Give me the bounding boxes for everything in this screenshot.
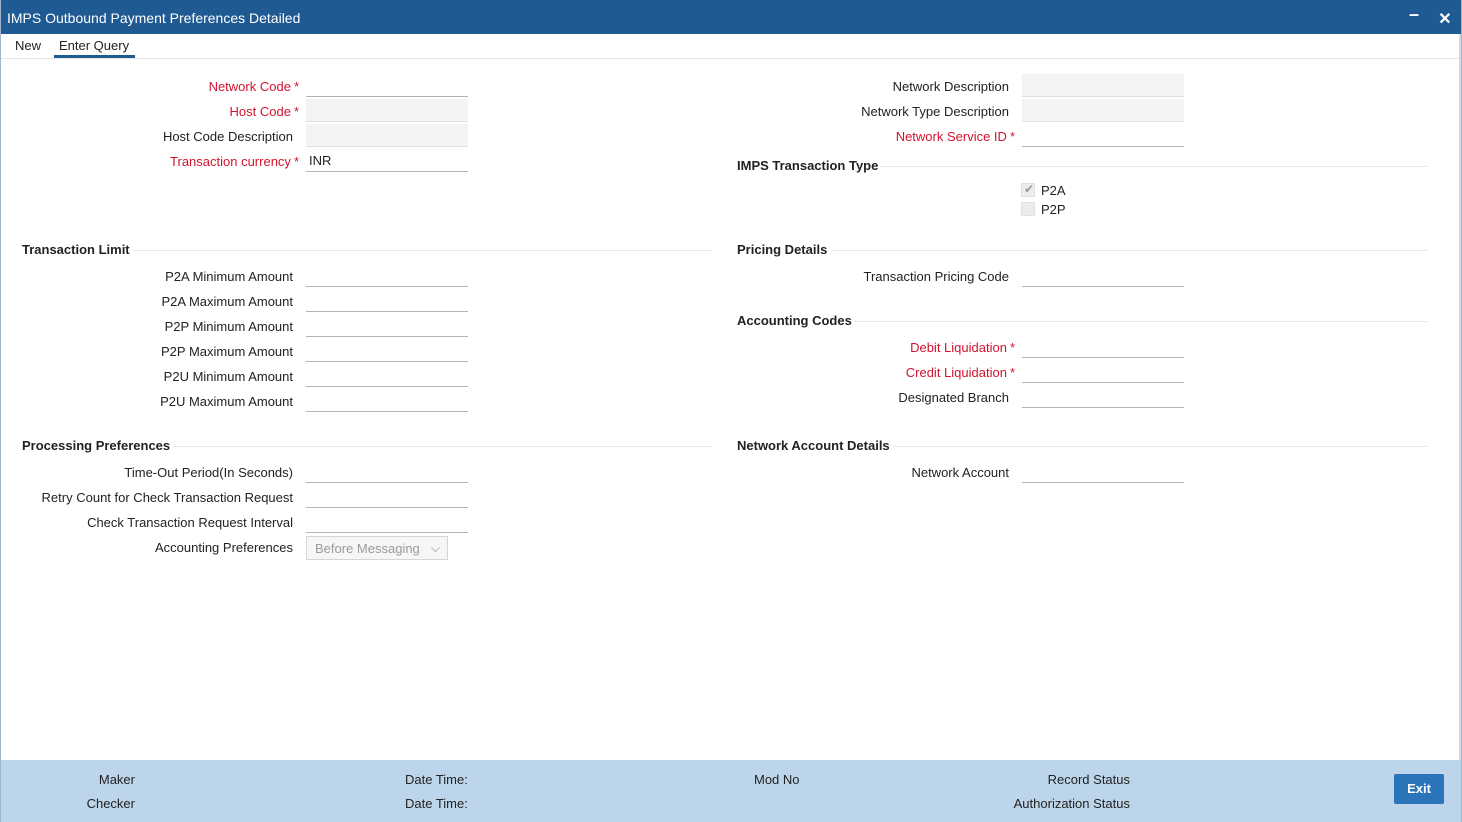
network-code-input[interactable]: [306, 74, 468, 97]
section-divider: [831, 250, 1428, 251]
network-type-description-label: Network Type Description: [861, 104, 1009, 119]
p2p-minimum-amount-input[interactable]: [306, 314, 468, 337]
required-marker: *: [1009, 365, 1015, 380]
minimize-icon[interactable]: –: [1405, 4, 1423, 24]
imps-transaction-type-heading: IMPS Transaction Type: [737, 158, 879, 173]
new-button[interactable]: New: [15, 38, 41, 53]
host-code-description-label: Host Code Description: [162, 129, 293, 144]
section-divider: [855, 321, 1428, 322]
network-service-id-label: Network Service ID *: [896, 129, 1015, 144]
checker-label: Checker: [86, 796, 135, 811]
p2a-checkbox[interactable]: ✔: [1021, 182, 1035, 197]
section-divider: [881, 166, 1428, 167]
network-account-input[interactable]: [1022, 460, 1184, 483]
exit-button[interactable]: Exit: [1394, 774, 1444, 804]
host-code-input[interactable]: [306, 99, 468, 122]
network-account-details-heading: Network Account Details: [737, 438, 890, 453]
network-description-input[interactable]: [1022, 74, 1184, 97]
designated-branch-label: Designated Branch: [898, 390, 1009, 405]
app-window: IMPS Outbound Payment Preferences Detail…: [0, 0, 1462, 822]
window-title: IMPS Outbound Payment Preferences Detail…: [7, 10, 301, 26]
p2p-checkbox[interactable]: [1021, 202, 1035, 216]
network-service-id-label-text: Network Service ID: [895, 129, 1007, 144]
checkmark-icon: ✔: [1024, 182, 1035, 196]
host-code-description-input[interactable]: [306, 124, 468, 147]
network-code-label: Network Code *: [209, 79, 299, 94]
p2p-label: P2P: [1041, 202, 1066, 217]
credit-liquidation-label: Credit Liquidation *: [906, 365, 1015, 380]
vertical-scrollbar[interactable]: [1459, 34, 1461, 760]
timeout-period-label: Time-Out Period(In Seconds): [124, 465, 293, 480]
p2a-label: P2A: [1041, 183, 1066, 198]
p2p-minimum-amount-label: P2P Minimum Amount: [164, 319, 293, 334]
p2u-maximum-amount-label: P2U Maximum Amount: [160, 394, 293, 409]
debit-liquidation-label-text: Debit Liquidation: [910, 340, 1007, 355]
required-marker: *: [1009, 129, 1015, 144]
pricing-details-heading: Pricing Details: [737, 242, 828, 257]
accounting-preferences-label: Accounting Preferences: [154, 540, 293, 555]
p2a-maximum-amount-label: P2A Maximum Amount: [161, 294, 294, 309]
transaction-pricing-code-label: Transaction Pricing Code: [863, 269, 1009, 284]
credit-liquidation-label-text: Credit Liquidation: [905, 365, 1007, 380]
required-marker: *: [293, 79, 299, 94]
accounting-preferences-select[interactable]: Before Messaging ⌵: [306, 536, 448, 560]
transaction-limit-heading: Transaction Limit: [22, 242, 130, 257]
p2u-minimum-amount-input[interactable]: [306, 364, 468, 387]
required-marker: *: [293, 154, 299, 169]
designated-branch-input[interactable]: [1022, 385, 1184, 408]
transaction-pricing-code-input[interactable]: [1022, 264, 1184, 287]
retry-count-label: Retry Count for Check Transaction Reques…: [41, 490, 293, 505]
p2a-maximum-amount-input[interactable]: [306, 289, 468, 312]
check-transaction-request-interval-input[interactable]: [306, 510, 468, 533]
record-status-label: Record Status: [1047, 772, 1130, 787]
network-description-label: Network Description: [892, 79, 1009, 94]
transaction-currency-label-text: Transaction currency: [170, 154, 291, 169]
section-divider: [133, 250, 712, 251]
p2u-minimum-amount-label: P2U Minimum Amount: [163, 369, 293, 384]
network-type-description-input[interactable]: [1022, 99, 1184, 122]
accounting-preferences-value: Before Messaging: [315, 541, 420, 556]
network-service-id-input[interactable]: [1022, 124, 1184, 147]
host-code-label-text: Host Code: [229, 104, 291, 119]
check-transaction-request-interval-label: Check Transaction Request Interval: [87, 515, 293, 530]
p2u-maximum-amount-input[interactable]: [306, 389, 468, 412]
checker-date-time-label: Date Time:: [405, 796, 468, 811]
authorization-status-label: Authorization Status: [1013, 796, 1130, 811]
section-divider: [173, 446, 712, 447]
p2p-maximum-amount-input[interactable]: [306, 339, 468, 362]
title-bar: IMPS Outbound Payment Preferences Detail…: [1, 0, 1461, 34]
section-divider: [893, 446, 1428, 447]
debit-liquidation-label: Debit Liquidation *: [910, 340, 1015, 355]
host-code-label: Host Code *: [230, 104, 299, 119]
chevron-down-icon: ⌵: [430, 541, 440, 555]
p2a-minimum-amount-label: P2A Minimum Amount: [165, 269, 293, 284]
audit-footer: Maker Checker Date Time: Date Time: Mod …: [1, 760, 1461, 822]
debit-liquidation-input[interactable]: [1022, 335, 1184, 358]
maker-date-time-label: Date Time:: [405, 772, 468, 787]
credit-liquidation-input[interactable]: [1022, 360, 1184, 383]
processing-preferences-heading: Processing Preferences: [22, 438, 171, 453]
timeout-period-input[interactable]: [306, 460, 468, 483]
transaction-currency-label: Transaction currency *: [170, 154, 299, 169]
retry-count-input[interactable]: [306, 485, 468, 508]
required-marker: *: [1009, 340, 1015, 355]
network-account-label: Network Account: [911, 465, 1009, 480]
toolbar: New Enter Query: [1, 34, 1461, 59]
close-icon[interactable]: ✕: [1436, 9, 1454, 28]
p2a-minimum-amount-input[interactable]: [306, 264, 468, 287]
transaction-currency-input[interactable]: [306, 149, 468, 172]
enter-query-button[interactable]: Enter Query: [54, 38, 136, 58]
maker-label: Maker: [98, 772, 135, 787]
network-code-label-text: Network Code: [208, 79, 291, 94]
mod-no-label: Mod No: [754, 772, 800, 787]
accounting-codes-heading: Accounting Codes: [737, 313, 852, 328]
required-marker: *: [293, 104, 299, 119]
p2p-maximum-amount-label: P2P Maximum Amount: [161, 344, 293, 359]
